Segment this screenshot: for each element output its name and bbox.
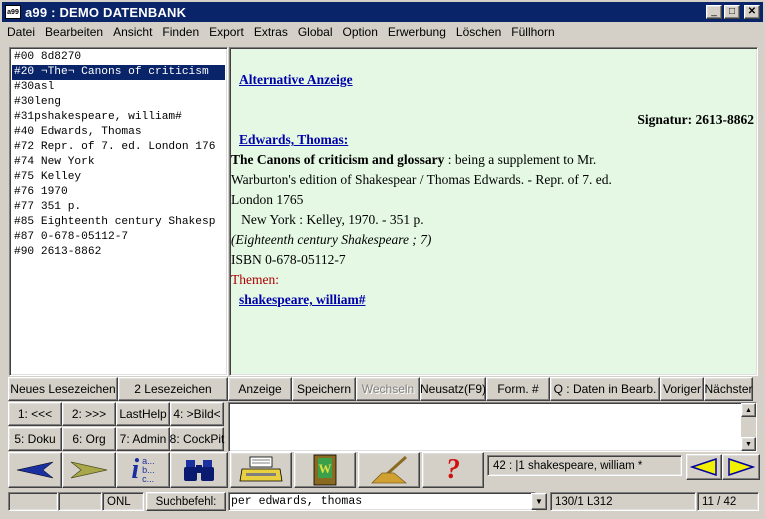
back-arrow-button[interactable] (8, 452, 62, 488)
printer-icon (239, 456, 283, 482)
mode-indicator: ONL (102, 492, 144, 511)
maximize-button[interactable]: □ (724, 5, 740, 19)
clear-button[interactable] (358, 452, 420, 488)
search-command-input[interactable]: per edwards, thomas (228, 492, 536, 511)
back-button[interactable]: 1: <<< (8, 402, 62, 426)
suchbefehl-button[interactable]: Suchbefehl: (146, 492, 226, 511)
list-item[interactable]: #75 Kelley (12, 170, 225, 185)
triangle-right-icon (728, 458, 755, 476)
lasthelp-button[interactable]: LastHelp (116, 402, 170, 426)
prev-arrow-button[interactable] (686, 454, 722, 480)
voriger-button[interactable]: Voriger (660, 377, 704, 401)
lesezeichen-button[interactable]: 2 Lesezeichen (118, 377, 228, 401)
anzeige-button[interactable]: Anzeige (228, 377, 292, 401)
menu-füllhorn[interactable]: Füllhorn (506, 25, 559, 39)
scroll-up-icon[interactable]: ▲ (741, 403, 756, 417)
bild-button[interactable]: 4: >Bild< (170, 402, 224, 426)
record-count: 11 / 42 (697, 492, 759, 511)
list-item[interactable]: #40 Edwards, Thomas (12, 125, 225, 140)
help-icon: ? (446, 454, 460, 485)
speichern-button[interactable]: Speichern (292, 377, 356, 401)
author-link[interactable]: Edwards, Thomas: (239, 132, 348, 147)
info-icon: i a... b... c... (131, 454, 155, 485)
record-display: Alternative Anzeige Signatur: 2613-8862 … (229, 47, 758, 376)
list-item[interactable]: #20 ¬The¬ Canons of criticism (12, 65, 225, 80)
help-button[interactable]: ? (422, 452, 484, 488)
record-field-list[interactable]: #00 8d8270 #20 ¬The¬ Canons of criticism #… (9, 47, 228, 376)
menu-option[interactable]: Option (338, 25, 383, 39)
alternative-anzeige-link[interactable]: Alternative Anzeige (239, 72, 353, 87)
menu-löschen[interactable]: Löschen (451, 25, 506, 39)
forward-arrow-button[interactable] (62, 452, 116, 488)
menu-erwerbung[interactable]: Erwerbung (383, 25, 451, 39)
themen-link[interactable]: shakespeare, william# (239, 292, 366, 307)
status-cell-2 (58, 492, 102, 511)
forward-button[interactable]: 2: >>> (62, 402, 116, 426)
list-item[interactable]: #30asl (12, 80, 225, 95)
record-line-3: London 1765 (231, 192, 304, 207)
print-button[interactable] (230, 452, 292, 488)
wechseln-button[interactable]: Wechseln (356, 377, 420, 401)
svg-text:W: W (319, 461, 332, 476)
cockpit-button[interactable]: 8: CockPit (170, 427, 224, 451)
next-arrow-button[interactable] (722, 454, 760, 480)
close-button[interactable]: ✕ (744, 5, 760, 19)
doku-button[interactable]: 5: Doku (8, 427, 62, 451)
record-title: The Canons of criticism and glossary (231, 152, 445, 167)
title-bar[interactable]: a99 a99 : DEMO DATENBANK _ □ ✕ (2, 2, 763, 22)
broom-icon (371, 455, 408, 484)
info-button[interactable]: i a... b... c... (116, 452, 170, 488)
list-item[interactable]: #76 1970 (12, 185, 225, 200)
triangle-left-icon (690, 458, 717, 476)
list-item[interactable]: #90 2613-8862 (12, 245, 225, 260)
list-item[interactable]: #72 Repr. of 7. ed. London 176 (12, 140, 225, 155)
themen-label: Themen: (231, 272, 279, 287)
menu-datei[interactable]: Datei (2, 25, 40, 39)
list-item[interactable]: #77 351 p. (12, 200, 225, 215)
record-isbn: ISBN 0-678-05112-7 (231, 252, 346, 267)
message-scrollbar[interactable]: ▲ ▼ (741, 403, 756, 451)
list-item[interactable]: #85 Eighteenth century Shakesp (12, 215, 225, 230)
binoculars-icon (184, 460, 214, 481)
record-subtitle: : being a supplement to Mr. (444, 152, 597, 167)
search-button[interactable] (170, 452, 228, 488)
exit-button[interactable]: W (294, 452, 356, 488)
neues-lesezeichen-button[interactable]: Neues Lesezeichen (8, 377, 118, 401)
app-icon: a99 (5, 5, 21, 19)
menu-ansicht[interactable]: Ansicht (108, 25, 157, 39)
scroll-down-icon[interactable]: ▼ (741, 437, 756, 451)
menu-export[interactable]: Export (204, 25, 249, 39)
list-item[interactable]: #30leng (12, 95, 225, 110)
org-button[interactable]: 6: Org (62, 427, 116, 451)
record-series: (Eighteenth century Shakespeare ; 7) (231, 232, 432, 247)
list-item[interactable]: #74 New York (12, 155, 225, 170)
menu-global[interactable]: Global (293, 25, 338, 39)
form-button[interactable]: Form. # (486, 377, 550, 401)
menu-extras[interactable]: Extras (249, 25, 293, 39)
back-arrow-icon (16, 461, 54, 479)
chevron-down-icon[interactable]: ▼ (531, 493, 547, 510)
admin-button[interactable]: 7: Admin (116, 427, 170, 451)
list-item[interactable]: #31pshakespeare, william# (12, 110, 225, 125)
neusatz-button[interactable]: Neusatz(F9) (420, 377, 486, 401)
message-area[interactable] (228, 402, 757, 452)
menu-bar: Datei Bearbeiten Ansicht Finden Export Extras… (2, 23, 560, 41)
record-imprint: New York : Kelley, 1970. - 351 p. (231, 212, 424, 227)
signatur-text: Signatur: 2613-8862 (637, 112, 754, 127)
position-indicator: 130/1 L312 (550, 492, 696, 511)
status-cell-1 (8, 492, 58, 511)
menu-finden[interactable]: Finden (157, 25, 204, 39)
menu-bearbeiten[interactable]: Bearbeiten (40, 25, 108, 39)
window-title: a99 : DEMO DATENBANK (25, 4, 187, 20)
list-item[interactable]: #87 0-678-05112-7 (12, 230, 225, 245)
info-letter-c: c... (142, 473, 155, 484)
record-line-2: Warburton's edition of Shakespear / Thom… (231, 172, 612, 187)
list-item[interactable]: #00 8d8270 (12, 50, 225, 65)
naechster-button[interactable]: Nächster (704, 377, 753, 401)
minimize-button[interactable]: _ (706, 5, 722, 19)
forward-arrow-icon (70, 461, 108, 479)
daten-in-bearb-button[interactable]: Q : Daten in Bearb. (550, 377, 660, 401)
index-status-field: 42 : |1 shakespeare, william * (487, 455, 682, 476)
door-icon: W (313, 454, 337, 486)
